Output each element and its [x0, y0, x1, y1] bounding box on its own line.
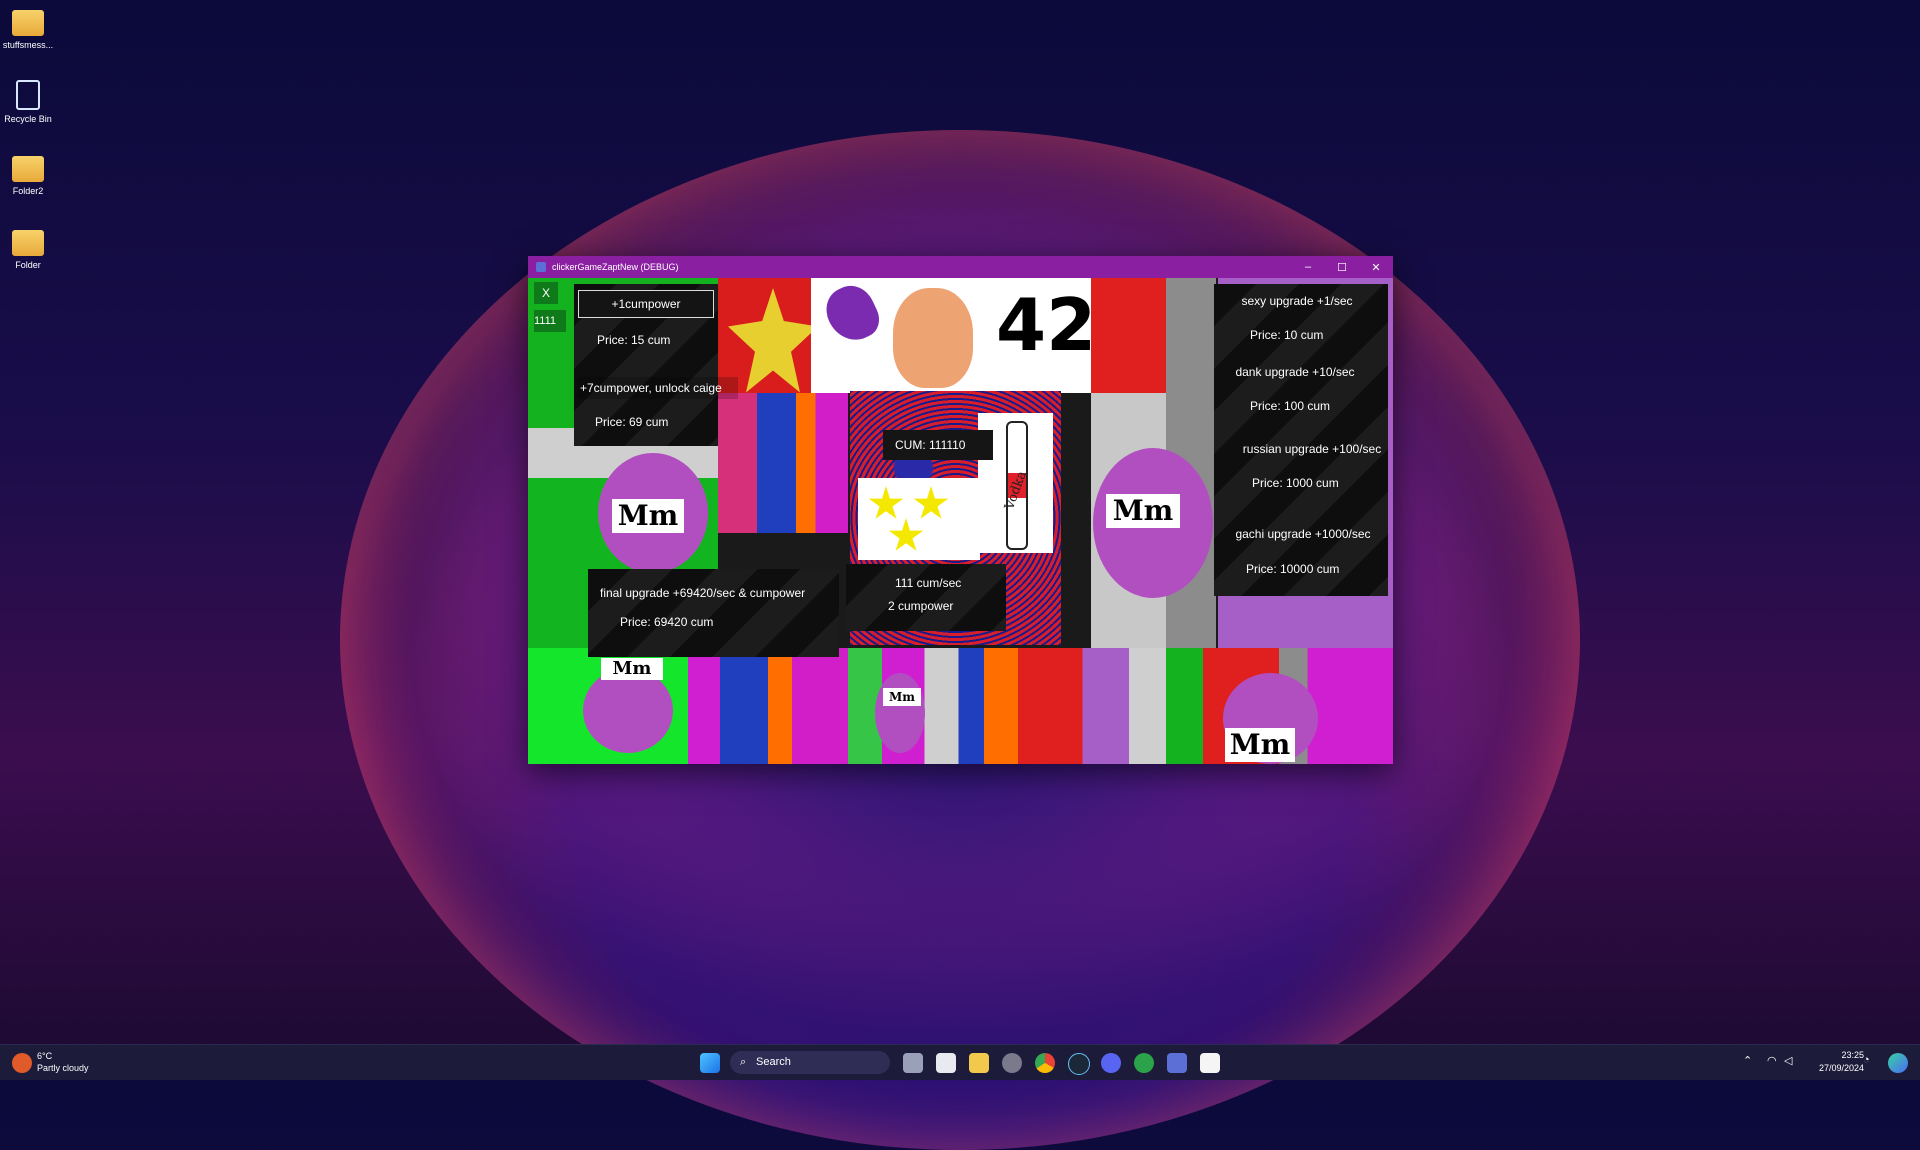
- maximize-button[interactable]: ☐: [1325, 261, 1359, 274]
- search-box[interactable]: ⌕ Search: [730, 1051, 890, 1074]
- start-windows-icon[interactable]: [700, 1053, 720, 1073]
- bg-tile-stripes: [688, 648, 848, 764]
- russian-upgrade-price: Price: 1000 cum: [1252, 476, 1339, 490]
- weather-desc: Partly cloudy: [37, 1063, 89, 1073]
- bg-tile-mixed: [1018, 648, 1203, 764]
- store-icon[interactable]: [936, 1053, 956, 1073]
- purple-cloud-image: [583, 668, 673, 753]
- globe-app-icon[interactable]: [1134, 1053, 1154, 1073]
- recycle-bin-icon: [16, 80, 40, 110]
- title-bar[interactable]: clickerGameZaptNew (DEBUG) – ☐ ✕: [528, 256, 1393, 278]
- cum-rate-label: 111 cum/sec: [895, 576, 962, 590]
- folder-icon: [12, 230, 44, 256]
- wifi-icon[interactable]: ◠: [1767, 1054, 1777, 1067]
- folder-icon: [12, 10, 44, 36]
- upgrade-caige-button[interactable]: +7cumpower, unlock caige: [578, 377, 738, 399]
- copilot-icon[interactable]: [1888, 1053, 1908, 1073]
- mm-label: Mm: [1106, 494, 1180, 528]
- paint-icon[interactable]: [1200, 1053, 1220, 1073]
- final-upgrade-price: Price: 69420 cum: [620, 615, 714, 629]
- gachi-upgrade-price: Price: 10000 cum: [1246, 562, 1340, 576]
- final-upgrade-button[interactable]: final upgrade +69420/sec & cumpower: [600, 581, 835, 605]
- discord-icon[interactable]: [1101, 1053, 1121, 1073]
- game-canvas[interactable]: 420 Mm Mm Mm Mm Mm Vodka X 1111 +1cumpow…: [528, 278, 1393, 764]
- mm-label: Mm: [1225, 728, 1295, 762]
- search-placeholder: Search: [756, 1056, 791, 1068]
- desktop-icon-folder2[interactable]: Folder2: [2, 156, 54, 196]
- dank-upgrade-button[interactable]: dank upgrade +10/sec: [1220, 360, 1370, 384]
- mm-label: Mm: [601, 658, 663, 680]
- app-window: clickerGameZaptNew (DEBUG) – ☐ ✕ 420 Mm: [528, 256, 1393, 764]
- desktop-icon-label: stuffsmess...: [2, 40, 54, 50]
- weather-icon[interactable]: [12, 1053, 32, 1073]
- bell-icon[interactable]: ◔: [1863, 1054, 1870, 1066]
- bg-tile-red: [1091, 278, 1166, 393]
- clock-time[interactable]: 23:25: [1814, 1050, 1864, 1060]
- game-app-icon[interactable]: [1167, 1053, 1187, 1073]
- purple-cloud-image: [875, 673, 925, 753]
- chevron-up-icon[interactable]: ⌃: [1743, 1054, 1752, 1067]
- close-button[interactable]: ✕: [1359, 261, 1393, 274]
- bg-tile-stripes: [718, 393, 848, 533]
- settings-icon[interactable]: [1002, 1053, 1022, 1073]
- cum-display: CUM: 111110: [883, 430, 993, 460]
- cartoon-drawing: [893, 288, 973, 388]
- window-title: clickerGameZaptNew (DEBUG): [552, 262, 679, 272]
- gachi-upgrade-button[interactable]: gachi upgrade +1000/sec: [1228, 522, 1378, 546]
- minimize-button[interactable]: –: [1291, 261, 1325, 273]
- volume-icon[interactable]: ◁: [1784, 1054, 1792, 1067]
- dank-upgrade-price: Price: 100 cum: [1250, 399, 1331, 413]
- steam-icon[interactable]: [1068, 1053, 1090, 1075]
- upgrade-cumpower-button[interactable]: +1cumpower: [578, 290, 714, 318]
- mm-label: Mm: [883, 688, 921, 706]
- folder-icon: [12, 156, 44, 182]
- file-explorer-icon[interactable]: [969, 1053, 989, 1073]
- task-view-icon[interactable]: [903, 1053, 923, 1073]
- stats-panel: [846, 564, 1006, 631]
- weather-temp: 6°C: [37, 1051, 53, 1061]
- cumpower-label: 2 cumpower: [888, 599, 954, 613]
- sexy-upgrade-button[interactable]: sexy upgrade +1/sec: [1222, 289, 1372, 313]
- search-icon: ⌕: [740, 1056, 747, 1068]
- sexy-upgrade-price: Price: 10 cum: [1250, 328, 1324, 342]
- bg-tile-mixed: [848, 648, 1018, 764]
- counter-box: 1111: [534, 310, 566, 332]
- desktop-icon-stuffsmess[interactable]: stuffsmess...: [2, 10, 54, 50]
- desktop-icon-label: Folder: [15, 260, 41, 270]
- game-close-button[interactable]: X: [534, 282, 558, 304]
- russian-upgrade-button[interactable]: russian upgrade +100/sec: [1236, 437, 1388, 461]
- desktop-icon-label: Folder2: [12, 186, 44, 196]
- chrome-icon[interactable]: [1035, 1053, 1055, 1073]
- desktop-icon-recycle-bin[interactable]: Recycle Bin: [2, 80, 54, 124]
- app-icon: [536, 262, 546, 272]
- upgrade-cumpower-price: Price: 15 cum: [597, 333, 671, 347]
- stars-image: [858, 478, 980, 560]
- desktop-icon-label: Recycle Bin: [4, 114, 52, 124]
- taskbar: 6°C Partly cloudy ⌕ Search ⌃ ◠ ◁ 23:25 2…: [0, 1044, 1920, 1080]
- mm-label: Mm: [612, 499, 684, 533]
- clock-date[interactable]: 27/09/2024: [1808, 1063, 1864, 1073]
- desktop-icon-folder[interactable]: Folder: [2, 230, 54, 270]
- upgrade-caige-price: Price: 69 cum: [595, 415, 669, 429]
